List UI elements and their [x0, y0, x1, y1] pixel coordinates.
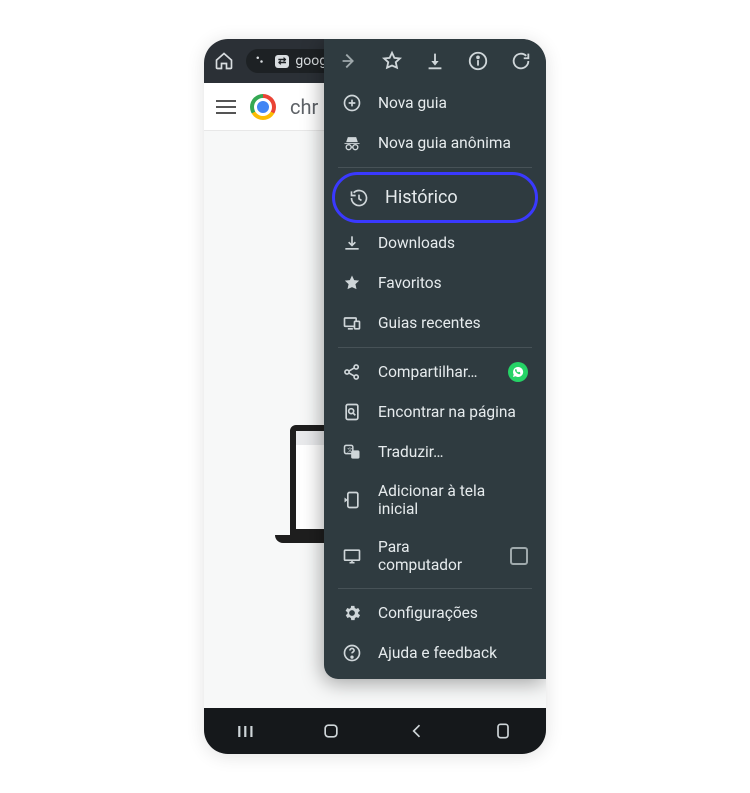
menu-divider [338, 588, 532, 589]
find-in-page-icon [342, 402, 362, 422]
page-logo-text: chr [290, 95, 318, 119]
svg-text:文: 文 [347, 446, 353, 454]
phone-frame: ⇄ google.c chr O Chr Fazer d Quero III [204, 39, 546, 754]
menu-action-row [324, 39, 546, 83]
share-icon [342, 362, 362, 382]
menu-item-label: Nova guia anônima [378, 134, 511, 152]
incognito-icon [342, 133, 362, 153]
menu-item-label: Guias recentes [378, 314, 481, 332]
translate-badge-icon: ⇄ [275, 55, 289, 68]
home-icon[interactable] [214, 51, 234, 71]
download-tray-icon [342, 233, 362, 253]
home-nav-icon[interactable] [321, 721, 341, 741]
menu-item-history[interactable]: Histórico [332, 172, 538, 223]
menu-divider [338, 167, 532, 168]
history-icon [349, 188, 369, 208]
back-nav-icon[interactable] [407, 721, 427, 741]
menu-item-label: Downloads [378, 234, 455, 252]
menu-item-label: Ajuda e feedback [378, 644, 497, 662]
menu-item-downloads[interactable]: Downloads [324, 223, 546, 263]
translate-icon: 文 [342, 442, 362, 462]
refresh-icon[interactable] [510, 50, 532, 72]
menu-item-label: Adicionar à tela inicial [378, 482, 528, 518]
menu-item-desktop[interactable]: Para computador [324, 528, 546, 584]
checkbox-icon[interactable] [510, 547, 528, 565]
menu-item-find[interactable]: Encontrar na página [324, 392, 546, 432]
devices-icon [342, 313, 362, 333]
info-icon[interactable] [467, 50, 489, 72]
menu-item-label: Nova guia [378, 94, 447, 112]
desktop-icon [342, 546, 362, 566]
download-icon[interactable] [424, 50, 446, 72]
menu-item-translate[interactable]: 文 Traduzir… [324, 432, 546, 472]
plus-circle-icon [342, 93, 362, 113]
star-icon[interactable] [381, 50, 403, 72]
tabs-nav-icon[interactable] [493, 721, 513, 741]
menu-item-label: Encontrar na página [378, 403, 516, 421]
help-icon [342, 643, 362, 663]
menu-item-add-home[interactable]: Adicionar à tela inicial [324, 472, 546, 528]
menu-divider [338, 347, 532, 348]
chrome-logo-icon [250, 94, 276, 120]
forward-icon[interactable] [338, 50, 360, 72]
menu-item-label: Compartilhar… [378, 363, 478, 381]
menu-item-label: Configurações [378, 604, 478, 622]
star-filled-icon [342, 273, 362, 293]
gear-icon [342, 603, 362, 623]
menu-item-label: Para computador [378, 538, 494, 574]
hamburger-icon[interactable] [216, 100, 236, 114]
overflow-menu: Nova guia Nova guia anônima Histórico Do… [324, 39, 546, 679]
menu-item-incognito[interactable]: Nova guia anônima [324, 123, 546, 163]
tune-icon [254, 54, 269, 69]
whatsapp-icon [508, 362, 528, 382]
recents-icon[interactable]: III [237, 722, 255, 741]
menu-item-new-tab[interactable]: Nova guia [324, 83, 546, 123]
menu-item-label: Histórico [385, 187, 458, 208]
menu-item-recent-tabs[interactable]: Guias recentes [324, 303, 546, 343]
menu-item-help[interactable]: Ajuda e feedback [324, 633, 546, 673]
menu-item-settings[interactable]: Configurações [324, 593, 546, 633]
menu-item-label: Favoritos [378, 274, 442, 292]
add-to-home-icon [342, 490, 362, 510]
system-navbar: III [204, 708, 546, 754]
menu-item-label: Traduzir… [378, 443, 444, 461]
menu-item-bookmarks[interactable]: Favoritos [324, 263, 546, 303]
menu-item-share[interactable]: Compartilhar… [324, 352, 546, 392]
